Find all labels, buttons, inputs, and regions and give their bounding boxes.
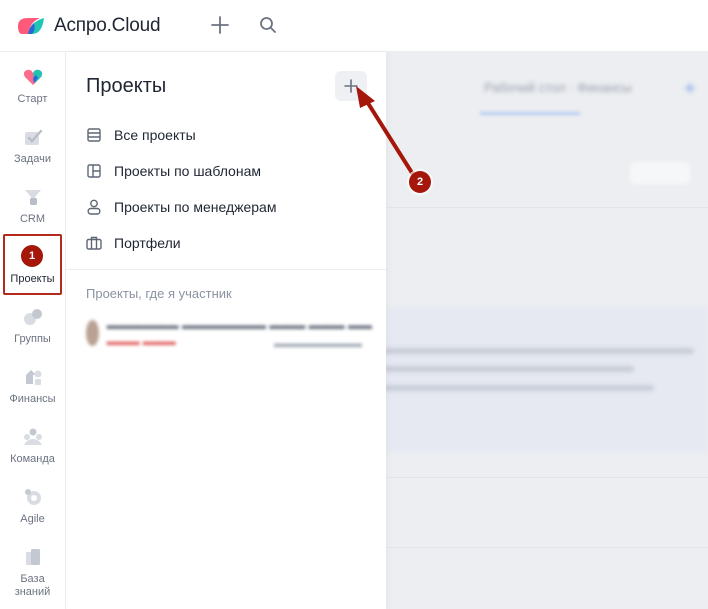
- nav-label: Портфели: [114, 235, 181, 251]
- nav-label: Проекты по менеджерам: [114, 199, 277, 215]
- blurred-tab-underline: [480, 112, 580, 115]
- nav-item-all-projects[interactable]: Все проекты: [86, 124, 196, 146]
- rail-label: База знаний: [14, 573, 51, 598]
- blurred-divider-3: [386, 547, 708, 548]
- blurred-card: [386, 307, 708, 452]
- rail-item-finance[interactable]: Финансы: [0, 352, 65, 412]
- top-header: Аспро.Cloud: [0, 0, 708, 52]
- briefcase-icon: [86, 235, 102, 251]
- knowledge-base-icon: [22, 546, 44, 568]
- app-logo[interactable]: Аспро.Cloud: [16, 14, 161, 37]
- rail-label: Agile: [20, 513, 45, 525]
- team-icon: [22, 426, 44, 448]
- rail-item-crm[interactable]: CRM: [0, 172, 65, 232]
- rail-label: Проекты: [10, 273, 55, 285]
- logo-icon: [18, 17, 44, 34]
- agile-icon: [22, 486, 44, 508]
- blurred-divider: [386, 207, 708, 208]
- plus-icon: [344, 79, 358, 93]
- nav-label: Все проекты: [114, 127, 196, 143]
- annotation-badge-1: 1: [21, 245, 43, 267]
- rail-label: CRM: [19, 213, 46, 225]
- projects-panel: Проекты Все проекты Проекты по шаблонам …: [66, 52, 386, 609]
- rail-item-knowledge-base[interactable]: База знаний: [0, 532, 65, 598]
- plus-icon[interactable]: [208, 13, 232, 37]
- list-icon: [86, 127, 102, 143]
- template-icon: [86, 163, 102, 179]
- nav-item-projects-by-templates[interactable]: Проекты по шаблонам: [86, 160, 261, 182]
- left-rail: Старт Задачи CRM Проекты Группы Финансы: [0, 52, 66, 609]
- nav-item-projects-by-managers[interactable]: Проекты по менеджерам: [86, 196, 276, 218]
- panel-divider: [66, 269, 386, 270]
- annotation-badge-2: 2: [409, 171, 431, 193]
- groups-icon: [22, 306, 44, 328]
- project-name-blurred: ▬▬▬▬▬▬ ▬▬▬▬▬▬▬ ▬▬▬ ▬▬▬ ▬▬: [106, 318, 372, 332]
- heart-start-icon: [22, 66, 44, 88]
- section-label: Проекты, где я участник: [86, 286, 232, 301]
- background-workspace: Рабочий стол · Финансы +: [386, 52, 708, 609]
- blurred-divider-2: [386, 477, 708, 478]
- project-list-item[interactable]: ▬▬▬▬▬▬ ▬▬▬▬▬▬▬ ▬▬▬ ▬▬▬ ▬▬ ▬▬▬ ▬▬▬ ▬▬▬▬▬▬…: [80, 314, 372, 352]
- nav-label: Проекты по шаблонам: [114, 163, 261, 179]
- blurred-text-line-2: [386, 366, 634, 372]
- add-project-button[interactable]: [335, 71, 367, 101]
- rail-label: Задачи: [14, 153, 51, 165]
- blurred-button: [630, 162, 690, 184]
- blurred-text-line-1: [386, 348, 694, 354]
- avatar: [86, 320, 99, 346]
- project-meta-blurred: ▬▬▬▬▬▬▬▬: [274, 338, 362, 350]
- rail-label: Команда: [10, 453, 55, 465]
- search-icon[interactable]: [256, 13, 280, 37]
- crm-funnel-icon: [22, 186, 44, 208]
- rail-item-tasks[interactable]: Задачи: [0, 112, 65, 172]
- blurred-text-line-3: [386, 385, 654, 391]
- rail-item-team[interactable]: Команда: [0, 412, 65, 472]
- blurred-tab-text: Рабочий стол · Финансы: [484, 80, 632, 95]
- app-name: Аспро.Cloud: [54, 14, 161, 36]
- rail-item-start[interactable]: Старт: [0, 52, 65, 112]
- tasks-icon: [22, 126, 44, 148]
- user-icon: [86, 199, 102, 215]
- panel-title: Проекты: [86, 75, 167, 97]
- rail-item-groups[interactable]: Группы: [0, 292, 65, 352]
- rail-label: Финансы: [9, 393, 56, 405]
- nav-item-portfolios[interactable]: Портфели: [86, 232, 181, 254]
- rail-item-agile[interactable]: Agile: [0, 472, 65, 532]
- rail-label: Старт: [17, 93, 48, 105]
- finance-icon: [22, 366, 44, 388]
- rail-label: Группы: [14, 333, 51, 345]
- blurred-plus: +: [684, 78, 696, 100]
